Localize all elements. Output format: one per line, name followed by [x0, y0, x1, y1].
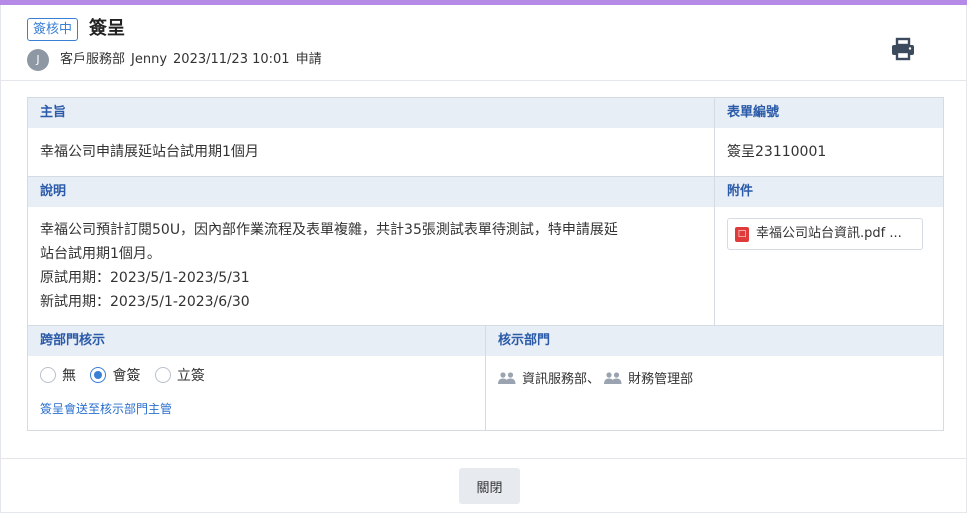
description-label: 說明 — [28, 177, 714, 207]
subject-label: 主旨 — [28, 98, 714, 128]
form-number-cell: 表單編號 簽呈23110001 — [715, 98, 943, 176]
dept-separator: 、 — [587, 372, 601, 387]
cross-dept-label: 跨部門核示 — [28, 326, 485, 356]
approval-depts-label: 核示部門 — [486, 326, 943, 356]
radio-circle-icon[interactable] — [154, 367, 171, 383]
attachment-label: 附件 — [715, 177, 943, 207]
attachment-file[interactable]: □ 幸福公司站台資訊.pdf ... — [727, 218, 923, 250]
row-approval: 跨部門核示 無 會簽 立簽 簽呈會送至核示部門主管 核示部門 資訊服務部、 財務… — [28, 326, 943, 430]
description-line: 新試用期：2023/5/1-2023/6/30 — [40, 294, 250, 310]
apply-action: 申請 — [295, 52, 322, 67]
approval-dept: 資訊服務部 — [522, 372, 588, 387]
pdf-icon: □ — [735, 227, 749, 242]
description-line: 幸福公司預計訂閱50U，因內部作業流程及表單複雜，共計35張測試表單待測試，特申… — [40, 222, 618, 238]
row-subject: 主旨 幸福公司申請展延站台試用期1個月 表單編號 簽呈23110001 — [28, 98, 943, 177]
form-number-value: 簽呈23110001 — [727, 144, 827, 160]
applicant-name: Jenny — [131, 52, 168, 67]
description-text: 幸福公司預計訂閱50U，因內部作業流程及表單複雜，共計35張測試表單待測試，特申… — [28, 207, 714, 314]
subject-value: 幸福公司申請展延站台試用期1個月 — [40, 144, 259, 160]
applicant-dept: 客戶服務部 — [60, 52, 126, 67]
avatar: J — [27, 49, 49, 71]
form-number-label: 表單編號 — [715, 98, 943, 128]
attachment-cell: 附件 □ 幸福公司站台資訊.pdf ... — [715, 177, 943, 325]
people-icon — [498, 372, 516, 384]
close-button[interactable]: 關閉 — [459, 468, 520, 504]
description-line: 原試用期：2023/5/1-2023/5/31 — [40, 270, 250, 286]
approval-dept-list: 資訊服務部、 財務管理部 — [498, 371, 693, 389]
attachment-file-name: 幸福公司站台資訊.pdf ... — [756, 226, 902, 241]
dialog-header: 簽核中 簽呈 J 客戶服務部 Jenny 2023/11/23 10:01 申請 — [0, 5, 967, 81]
page-title: 簽呈 — [89, 18, 125, 39]
dialog-footer: 關閉 — [0, 458, 967, 513]
printer-icon[interactable] — [889, 35, 917, 63]
approval-depts-cell: 核示部門 資訊服務部、 財務管理部 — [486, 326, 943, 430]
applicant-meta: 客戶服務部 Jenny 2023/11/23 10:01 申請 — [60, 51, 328, 69]
apply-datetime: 2023/11/23 10:01 — [173, 52, 290, 67]
form-table: 主旨 幸福公司申請展延站台試用期1個月 表單編號 簽呈23110001 說明 幸… — [27, 97, 944, 431]
cross-dept-radio-group: 無 會簽 立簽 — [40, 367, 215, 385]
cross-dept-cell: 跨部門核示 無 會簽 立簽 簽呈會送至核示部門主管 — [28, 326, 486, 430]
radio-countersign[interactable]: 會簽 — [90, 367, 140, 385]
subject-cell: 主旨 幸福公司申請展延站台試用期1個月 — [28, 98, 715, 176]
radio-parallel-sign[interactable]: 立簽 — [154, 367, 205, 385]
radio-checked-icon[interactable] — [90, 367, 107, 383]
row-description: 說明 幸福公司預計訂閱50U，因內部作業流程及表單複雜，共計35張測試表單待測試… — [28, 177, 943, 326]
description-line: 站台試用期1個月。 — [40, 246, 161, 262]
radio-circle-icon[interactable] — [40, 367, 56, 383]
cross-dept-hint: 簽呈會送至核示部門主管 — [40, 402, 173, 416]
people-icon — [604, 372, 622, 384]
radio-label: 無 — [62, 368, 76, 384]
radio-label: 立簽 — [176, 368, 205, 384]
approval-dept: 財務管理部 — [628, 372, 694, 387]
radio-label: 會簽 — [112, 368, 141, 384]
radio-none[interactable]: 無 — [40, 367, 76, 385]
status-badge: 簽核中 — [27, 18, 79, 41]
description-cell: 說明 幸福公司預計訂閱50U，因內部作業流程及表單複雜，共計35張測試表單待測試… — [28, 177, 715, 325]
